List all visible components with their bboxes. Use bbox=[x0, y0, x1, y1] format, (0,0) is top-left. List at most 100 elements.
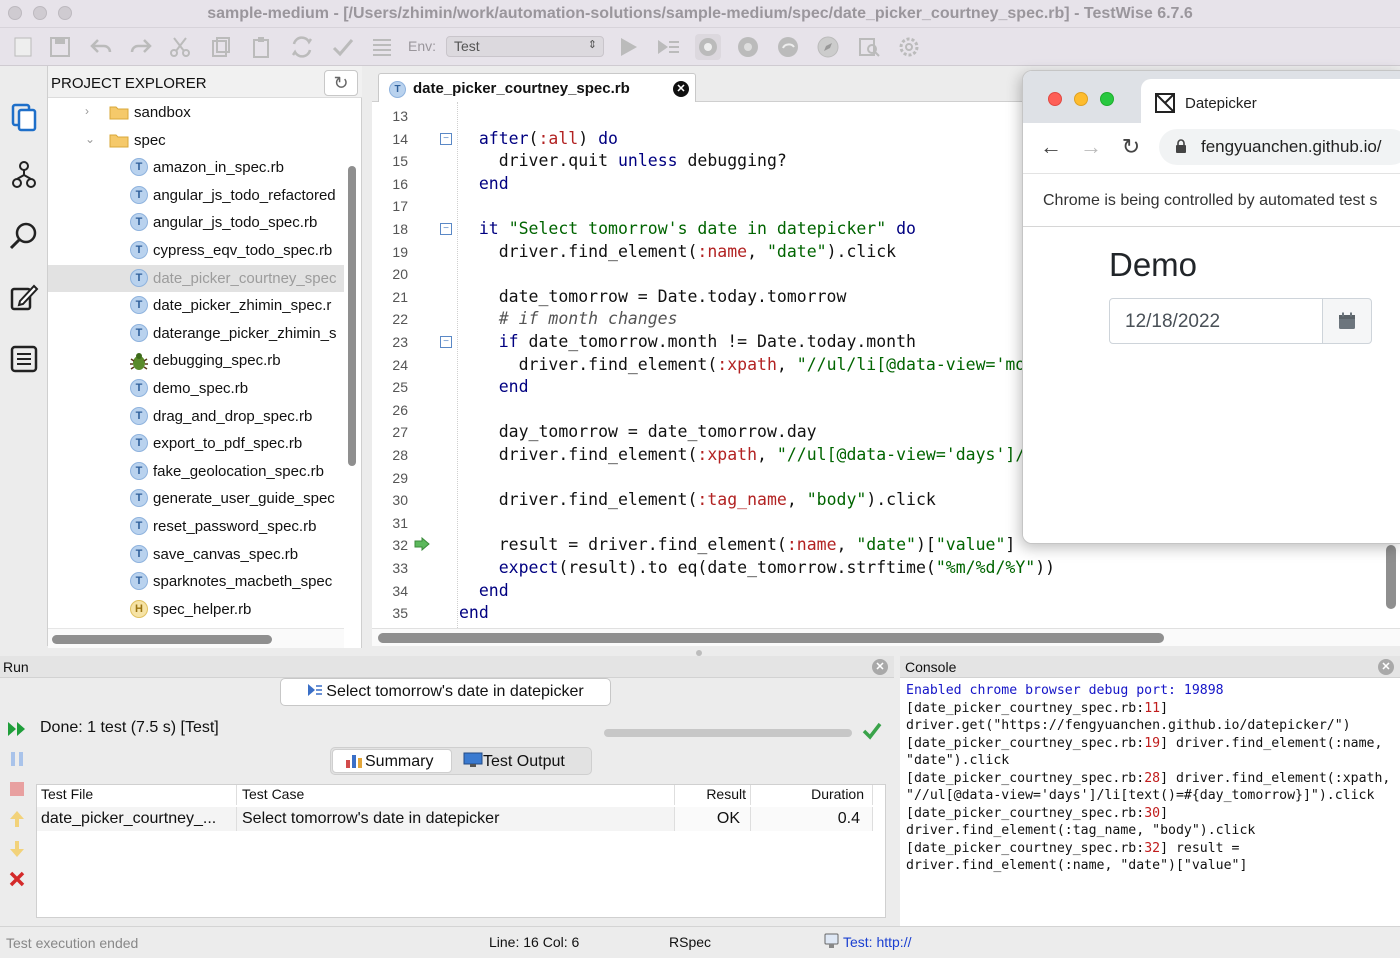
tree-file-6[interactable]: Tdaterange_picker_zhimin_s bbox=[48, 320, 344, 347]
list-icon[interactable] bbox=[369, 34, 395, 60]
tree-file-2[interactable]: Tangular_js_todo_spec.rb bbox=[48, 209, 344, 236]
fold-toggle-icon[interactable]: − bbox=[440, 132, 452, 145]
arrow-up-icon[interactable] bbox=[6, 808, 28, 830]
branch-icon[interactable] bbox=[7, 158, 41, 192]
line-number[interactable]: 30 bbox=[372, 492, 408, 508]
gear-icon[interactable] bbox=[896, 34, 922, 60]
line-number[interactable]: 20 bbox=[372, 266, 408, 282]
tree-file-4[interactable]: Tdate_picker_courtney_spec bbox=[48, 264, 344, 292]
edit-icon[interactable] bbox=[7, 280, 41, 314]
tree-file-14[interactable]: Tsave_canvas_spec.rb bbox=[48, 541, 344, 568]
forward-icon[interactable]: → bbox=[1079, 134, 1103, 159]
chrome-minimize-button[interactable] bbox=[1074, 92, 1088, 106]
line-number[interactable]: 28 bbox=[372, 447, 408, 463]
line-number[interactable]: 15 bbox=[372, 153, 408, 169]
line-number[interactable]: 31 bbox=[372, 515, 408, 531]
calendar-button[interactable] bbox=[1322, 298, 1372, 344]
line-number[interactable]: 29 bbox=[372, 470, 408, 486]
stop-icon[interactable] bbox=[6, 778, 28, 800]
table-cell-result[interactable]: OK bbox=[675, 807, 751, 831]
refresh-icon[interactable] bbox=[289, 34, 315, 60]
explorer-refresh-button[interactable]: ↻ bbox=[324, 70, 358, 96]
table-cell-duration[interactable]: 0.4 bbox=[751, 807, 873, 831]
line-number[interactable]: 13 bbox=[372, 108, 408, 124]
line-number[interactable]: 34 bbox=[372, 583, 408, 599]
column-header-result[interactable]: Result bbox=[675, 785, 751, 805]
paste-icon[interactable] bbox=[248, 34, 274, 60]
line-number[interactable]: 24 bbox=[372, 357, 408, 373]
tree-folder-1[interactable]: ⌄ spec bbox=[48, 127, 344, 154]
tree-file-5[interactable]: Tdate_picker_zhimin_spec.r bbox=[48, 292, 344, 319]
line-number[interactable]: 27 bbox=[372, 424, 408, 440]
tree-file-13[interactable]: Treset_password_spec.rb bbox=[48, 513, 344, 540]
line-number[interactable]: 23 bbox=[372, 334, 408, 350]
code-line[interactable]: 33 expect(result).to eq(date_tomorrow.st… bbox=[372, 557, 1400, 580]
cut-icon[interactable] bbox=[167, 34, 193, 60]
line-number[interactable]: 14 bbox=[372, 131, 408, 147]
tree-file-7[interactable]: debugging_spec.rb bbox=[48, 347, 344, 374]
tab-summary[interactable]: Summary bbox=[332, 749, 452, 773]
chevron-right-icon[interactable]: › bbox=[85, 104, 89, 118]
explorer-vertical-scrollbar[interactable] bbox=[348, 166, 356, 466]
arrow-down-icon[interactable] bbox=[6, 838, 28, 860]
line-number[interactable]: 32 bbox=[372, 537, 408, 553]
clear-results-icon[interactable] bbox=[6, 868, 28, 890]
close-console-icon[interactable]: ✕ bbox=[1378, 659, 1394, 675]
line-number[interactable]: 16 bbox=[372, 176, 408, 192]
line-number[interactable]: 21 bbox=[372, 289, 408, 305]
chrome-icon[interactable] bbox=[735, 34, 761, 60]
back-icon[interactable]: ← bbox=[1039, 134, 1063, 159]
run-icon[interactable] bbox=[615, 34, 641, 60]
tree-file-3[interactable]: Tcypress_eqv_todo_spec.rb bbox=[48, 237, 344, 264]
close-tab-icon[interactable]: ✕ bbox=[673, 81, 689, 97]
env-select[interactable]: Test ⇕ bbox=[446, 36, 604, 57]
line-number[interactable]: 26 bbox=[372, 402, 408, 418]
search-icon[interactable] bbox=[7, 219, 41, 253]
line-number[interactable]: 25 bbox=[372, 379, 408, 395]
run-target-button[interactable]: Select tomorrow's date in datepicker bbox=[280, 678, 611, 706]
tree-file-10[interactable]: Texport_to_pdf_spec.rb bbox=[48, 430, 344, 457]
line-number[interactable]: 35 bbox=[372, 605, 408, 621]
safari-icon[interactable] bbox=[815, 34, 841, 60]
code-line[interactable]: 35 end bbox=[372, 602, 1400, 625]
run-all-tests-icon[interactable] bbox=[6, 718, 28, 740]
tree-file-16[interactable]: Hspec_helper.rb bbox=[48, 596, 344, 623]
inspect-icon[interactable] bbox=[856, 34, 882, 60]
copy-icon[interactable] bbox=[208, 34, 234, 60]
edge-icon[interactable] bbox=[775, 34, 801, 60]
date-input[interactable]: 12/18/2022 bbox=[1109, 298, 1323, 344]
editor-vertical-scrollbar[interactable] bbox=[1386, 545, 1396, 609]
tab-test-output[interactable]: Test Output bbox=[463, 750, 591, 774]
reload-icon[interactable]: ↻ bbox=[1119, 134, 1143, 159]
fold-toggle-icon[interactable]: − bbox=[440, 223, 452, 235]
tree-folder-0[interactable]: › sandbox bbox=[48, 99, 344, 126]
chevron-down-icon[interactable]: ⌄ bbox=[85, 132, 95, 146]
column-header-duration[interactable]: Duration bbox=[751, 785, 873, 805]
redo-icon[interactable] bbox=[128, 34, 154, 60]
new-file-icon[interactable] bbox=[10, 34, 36, 60]
save-icon[interactable] bbox=[47, 34, 73, 60]
line-number[interactable]: 17 bbox=[372, 198, 408, 214]
editor-horizontal-scrollbar[interactable] bbox=[378, 633, 1164, 643]
check-icon[interactable] bbox=[330, 34, 356, 60]
column-header-test-case[interactable]: Test Case bbox=[237, 785, 675, 805]
record-icon[interactable] bbox=[695, 34, 721, 60]
tree-file-1[interactable]: Tangular_js_todo_refactored bbox=[48, 182, 344, 209]
close-run-panel-icon[interactable]: ✕ bbox=[872, 659, 888, 675]
tree-file-11[interactable]: Tfake_geolocation_spec.rb bbox=[48, 458, 344, 485]
pause-icon[interactable] bbox=[6, 748, 28, 770]
table-cell-test-file[interactable]: date_picker_courtney_... bbox=[37, 807, 237, 831]
address-bar[interactable]: fengyuanchen.github.io/ bbox=[1159, 129, 1400, 165]
chrome-tab-datepicker[interactable]: Datepicker bbox=[1141, 79, 1400, 123]
line-number[interactable]: 33 bbox=[372, 560, 408, 576]
undo-icon[interactable] bbox=[88, 34, 114, 60]
chrome-zoom-button[interactable] bbox=[1100, 92, 1114, 106]
tree-file-0[interactable]: Tamazon_in_spec.rb bbox=[48, 154, 344, 181]
tree-file-9[interactable]: Tdrag_and_drop_spec.rb bbox=[48, 403, 344, 430]
fold-toggle-icon[interactable]: − bbox=[440, 336, 452, 348]
list-icon[interactable] bbox=[7, 342, 41, 376]
code-line[interactable]: 34 end bbox=[372, 580, 1400, 603]
explorer-horizontal-scrollbar[interactable] bbox=[52, 635, 272, 644]
test-server-link[interactable]: Test: http:// bbox=[843, 934, 911, 950]
editor-tab-active[interactable]: T date_picker_courtney_spec.rb ✕ bbox=[378, 73, 696, 103]
